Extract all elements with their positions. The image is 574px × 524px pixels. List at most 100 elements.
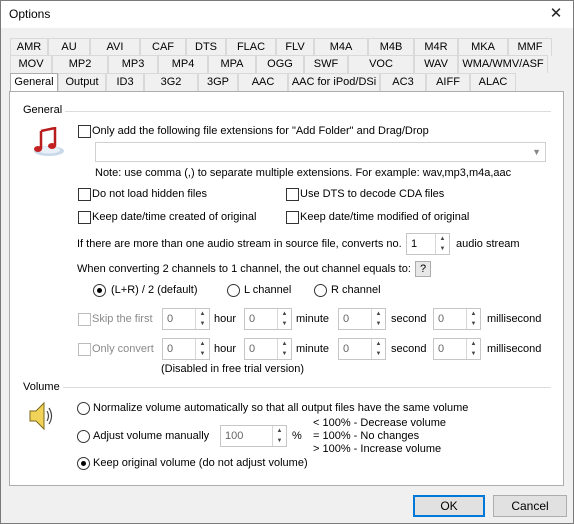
tab-mp3[interactable]: MP3 <box>108 55 158 73</box>
arrow-up-icon[interactable]: ▲ <box>278 309 291 319</box>
only-add-extensions-checkbox[interactable] <box>78 125 91 138</box>
tab-avi[interactable]: AVI <box>90 38 140 56</box>
spinner-arrows[interactable]: ▲ ▼ <box>277 309 291 329</box>
arrow-down-icon[interactable]: ▼ <box>436 244 449 254</box>
arrow-up-icon[interactable]: ▲ <box>196 339 209 349</box>
arrow-down-icon[interactable]: ▼ <box>273 436 286 446</box>
keep-modified-checkbox[interactable] <box>286 211 299 224</box>
volume-value: 100 <box>225 430 244 442</box>
tab-3gp[interactable]: 3GP <box>198 73 238 91</box>
skip-minute-spinner[interactable]: 0 ▲ ▼ <box>244 308 292 330</box>
skip-second-spinner[interactable]: 0 ▲ ▼ <box>338 308 386 330</box>
spinner-arrows[interactable]: ▲ ▼ <box>277 339 291 359</box>
tab-aiff[interactable]: AIFF <box>426 73 470 91</box>
tab-swf[interactable]: SWF <box>304 55 348 73</box>
tab-wma-wmv-asf[interactable]: WMA/WMV/ASF <box>458 55 548 73</box>
tab-aac[interactable]: AAC <box>238 73 288 91</box>
tab-general[interactable]: General <box>10 73 58 93</box>
volume-radio-normalize[interactable] <box>77 402 90 415</box>
tab-id3[interactable]: ID3 <box>106 73 144 91</box>
channel-radio-r[interactable] <box>314 284 327 297</box>
arrow-down-icon[interactable]: ▼ <box>372 319 385 329</box>
tab-wav[interactable]: WAV <box>414 55 458 73</box>
arrow-up-icon[interactable]: ▲ <box>196 309 209 319</box>
tab-output[interactable]: Output <box>58 73 106 91</box>
tab-au[interactable]: AU <box>48 38 90 56</box>
volume-radio-manual[interactable] <box>77 430 90 443</box>
tab-mov[interactable]: MOV <box>10 55 52 73</box>
tab-mmf[interactable]: MMF <box>508 38 552 56</box>
cancel-button[interactable]: Cancel <box>493 495 567 517</box>
convert-minute-label: minute <box>296 343 330 355</box>
spinner-arrows[interactable]: ▲ ▼ <box>371 309 385 329</box>
tab-caf[interactable]: CAF <box>140 38 186 56</box>
convert-second-label: second <box>391 343 427 355</box>
only-convert-checkbox[interactable] <box>78 343 91 356</box>
tab-flv[interactable]: FLV <box>276 38 314 56</box>
title-bar: Options ✕ <box>1 1 573 28</box>
volume-radio-keep[interactable] <box>77 457 90 470</box>
arrow-up-icon[interactable]: ▲ <box>372 309 385 319</box>
tab-amr[interactable]: AMR <box>10 38 48 56</box>
arrow-down-icon[interactable]: ▼ <box>278 319 291 329</box>
arrow-down-icon[interactable]: ▼ <box>467 349 480 359</box>
arrow-down-icon[interactable]: ▼ <box>372 349 385 359</box>
channel-radio-l[interactable] <box>227 284 240 297</box>
arrow-down-icon[interactable]: ▼ <box>278 349 291 359</box>
tab-ac3[interactable]: AC3 <box>380 73 426 91</box>
tab-m4b[interactable]: M4B <box>368 38 414 56</box>
convert-minute-spinner[interactable]: 0 ▲ ▼ <box>244 338 292 360</box>
tab-dts[interactable]: DTS <box>186 38 226 56</box>
tab-voc[interactable]: VOC <box>348 55 414 73</box>
arrow-down-icon[interactable]: ▼ <box>196 319 209 329</box>
tab-aac-for-ipod-dsi[interactable]: AAC for iPod/DSi <box>288 73 380 91</box>
tab-alac[interactable]: ALAC <box>470 73 516 91</box>
tab-mp2[interactable]: MP2 <box>52 55 108 73</box>
spinner-arrows[interactable]: ▲ ▼ <box>466 309 480 329</box>
channel-help-button[interactable]: ? <box>415 261 431 277</box>
arrow-up-icon[interactable]: ▲ <box>467 309 480 319</box>
tab-m4a[interactable]: M4A <box>314 38 368 56</box>
convert-millisecond-spinner[interactable]: 0 ▲ ▼ <box>433 338 481 360</box>
arrow-down-icon[interactable]: ▼ <box>196 349 209 359</box>
tab-mka[interactable]: MKA <box>458 38 508 56</box>
volume-spinner[interactable]: 100 ▲ ▼ <box>220 425 287 447</box>
spinner-arrows[interactable]: ▲ ▼ <box>371 339 385 359</box>
convert-second-spinner[interactable]: 0 ▲ ▼ <box>338 338 386 360</box>
tab-3g2[interactable]: 3G2 <box>144 73 198 91</box>
arrow-up-icon[interactable]: ▲ <box>278 339 291 349</box>
channel-radio-lr[interactable] <box>93 284 106 297</box>
tab-m4r[interactable]: M4R <box>414 38 458 56</box>
spinner-arrows[interactable]: ▲ ▼ <box>272 426 286 446</box>
arrow-up-icon[interactable]: ▲ <box>436 234 449 244</box>
extensions-combobox[interactable]: ▼ <box>95 142 546 162</box>
skip-hour-value: 0 <box>167 313 174 325</box>
skip-hour-spinner[interactable]: 0 ▲ ▼ <box>162 308 210 330</box>
keep-created-checkbox[interactable] <box>78 211 91 224</box>
no-hidden-files-checkbox[interactable] <box>78 188 91 201</box>
tab-mpa[interactable]: MPA <box>208 55 256 73</box>
convert-hour-spinner[interactable]: 0 ▲ ▼ <box>162 338 210 360</box>
audio-stream-spinner[interactable]: 1 ▲ ▼ <box>406 233 450 255</box>
spinner-arrows[interactable]: ▲ ▼ <box>466 339 480 359</box>
ok-button[interactable]: OK <box>413 495 485 517</box>
convert-millisecond-value: 0 <box>438 343 445 355</box>
tab-flac[interactable]: FLAC <box>226 38 276 56</box>
stream-prefix-text: If there are more than one audio stream … <box>77 238 402 250</box>
close-icon[interactable]: ✕ <box>545 4 567 24</box>
skip-second-label: second <box>391 313 427 325</box>
skip-first-checkbox[interactable] <box>78 313 91 326</box>
skip-millisecond-spinner[interactable]: 0 ▲ ▼ <box>433 308 481 330</box>
tab-ogg[interactable]: OGG <box>256 55 304 73</box>
arrow-up-icon[interactable]: ▲ <box>273 426 286 436</box>
spinner-arrows[interactable]: ▲ ▼ <box>435 234 449 254</box>
spinner-arrows[interactable]: ▲ ▼ <box>195 309 209 329</box>
arrow-up-icon[interactable]: ▲ <box>372 339 385 349</box>
tab-mp4[interactable]: MP4 <box>158 55 208 73</box>
arrow-up-icon[interactable]: ▲ <box>467 339 480 349</box>
spinner-arrows[interactable]: ▲ ▼ <box>195 339 209 359</box>
arrow-down-icon[interactable]: ▼ <box>467 319 480 329</box>
group-label-general: General <box>23 104 63 116</box>
skip-hour-label: hour <box>214 313 237 325</box>
use-dts-checkbox[interactable] <box>286 188 299 201</box>
